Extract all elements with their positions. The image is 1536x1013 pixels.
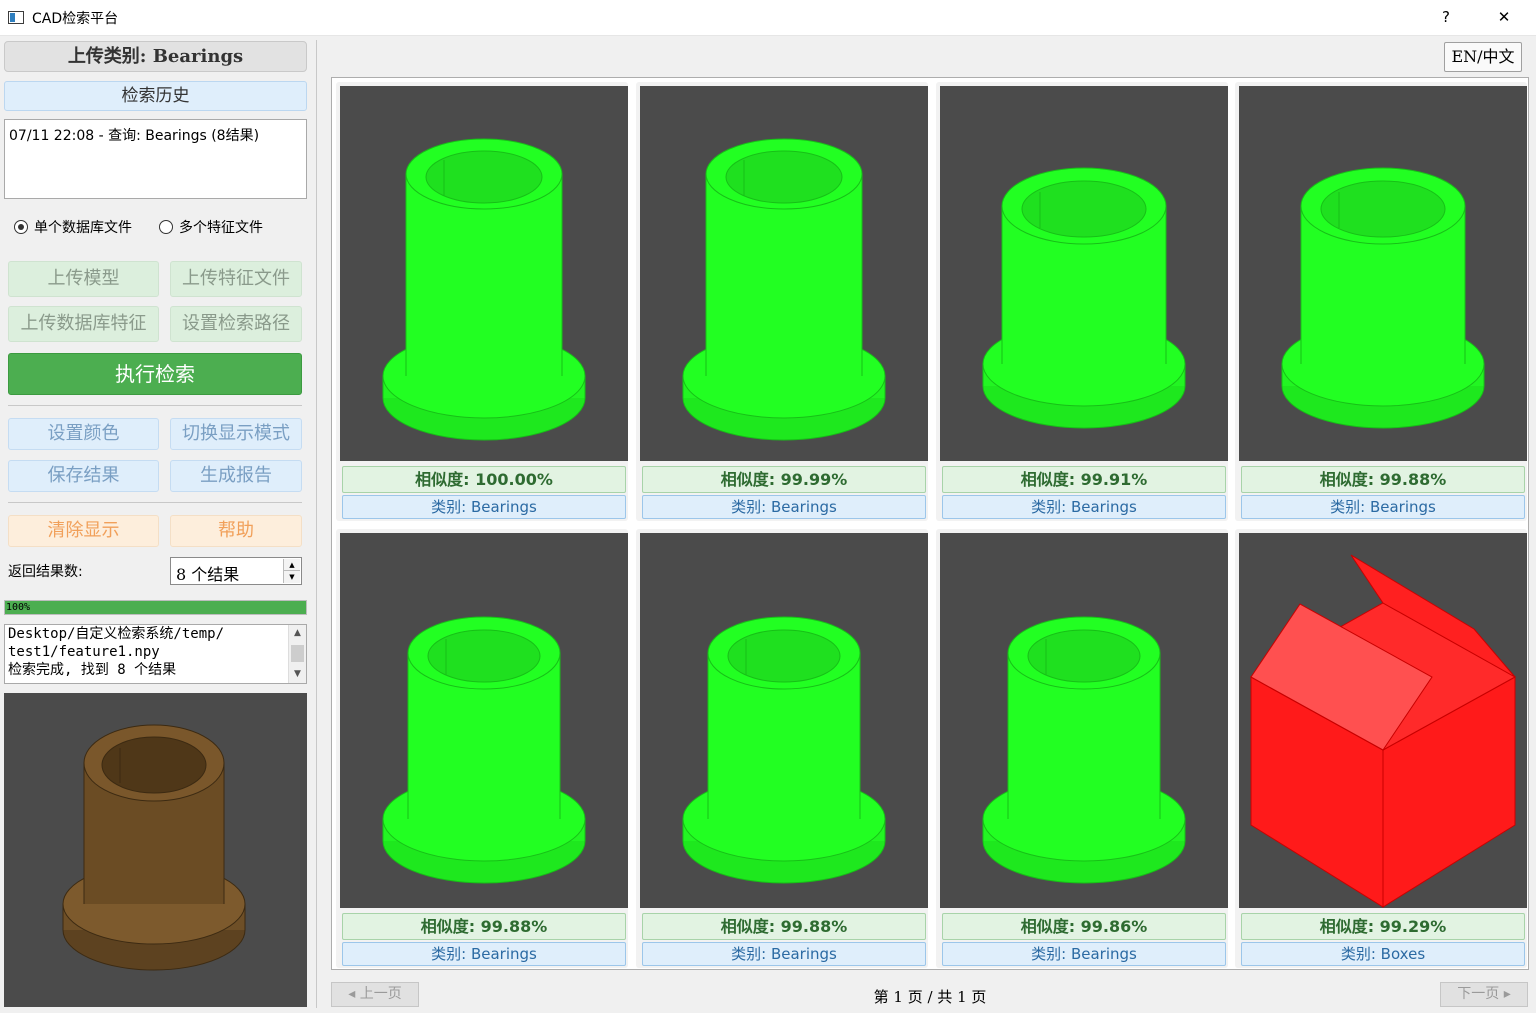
result-count-spinbox[interactable]: 8 个结果 ▲ ▼ [170,557,302,585]
divider [8,405,302,406]
result-model-render [382,138,586,441]
result-model-image[interactable] [940,533,1228,908]
result-model-render [382,616,586,884]
progress-text: 100% [6,602,31,613]
result-card[interactable]: 相似度: 99.86% 类别: Bearings [936,529,1228,968]
language-toggle-button[interactable]: EN/中文 [1444,42,1522,72]
similarity-label: 相似度: 99.91% [942,466,1226,493]
result-card[interactable]: 相似度: 99.91% 类别: Bearings [936,82,1228,521]
result-model-render [682,616,886,884]
category-label: 类别: Boxes [1241,942,1525,966]
set-color-button[interactable]: 设置颜色 [8,418,159,450]
log-scrollbar[interactable]: ▲ ▼ [288,625,306,683]
radio-checked-icon[interactable] [14,220,28,234]
radio-single-db[interactable]: 单个数据库文件 [14,219,132,237]
result-model-render [1281,167,1485,429]
scroll-up-icon[interactable]: ▲ [289,625,306,642]
panel-splitter[interactable] [316,40,317,1008]
result-card[interactable]: 相似度: 100.00% 类别: Bearings [336,82,628,521]
history-item[interactable]: 07/11 22:08 - 查询: Bearings (8结果) [9,125,259,145]
scroll-thumb[interactable] [291,645,304,662]
clear-display-button[interactable]: 清除显示 [8,515,159,547]
radio-unchecked-icon[interactable] [159,220,173,234]
category-label: 类别: Bearings [942,942,1226,966]
scroll-down-icon[interactable]: ▼ [289,666,306,683]
upload-model-button[interactable]: 上传模型 [8,261,159,297]
result-model-image[interactable] [940,86,1228,461]
spin-up-icon[interactable]: ▲ [284,559,300,571]
save-results-button[interactable]: 保存结果 [8,460,159,492]
result-count-value[interactable]: 8 个结果 [176,561,239,585]
result-count-label: 返回结果数: [8,564,83,580]
similarity-label: 相似度: 99.88% [1241,466,1525,493]
similarity-label: 相似度: 100.00% [342,466,626,493]
help-button[interactable]: 帮助 [170,515,302,547]
set-search-path-button[interactable]: 设置检索路径 [170,306,302,342]
radio-multi-label: 多个特征文件 [179,220,263,236]
history-header: 检索历史 [4,81,307,111]
toggle-display-button[interactable]: 切换显示模式 [170,418,302,450]
result-model-render [1249,554,1517,908]
result-card[interactable]: 相似度: 99.29% 类别: Boxes [1235,529,1527,968]
upload-db-feature-button[interactable]: 上传数据库特征 [8,306,159,342]
result-card[interactable]: 相似度: 99.88% 类别: Bearings [636,529,928,968]
spinbox-arrows[interactable]: ▲ ▼ [283,559,300,583]
results-grid: 相似度: 100.00% 类别: Bearings 相似度: 99.99% 类别… [331,77,1529,970]
similarity-label: 相似度: 99.88% [642,913,926,940]
result-card[interactable]: 相似度: 99.99% 类别: Bearings [636,82,928,521]
generate-report-button[interactable]: 生成报告 [170,460,302,492]
log-line: Desktop/自定义检索系统/temp/ [8,626,225,642]
result-model-image[interactable] [640,86,928,461]
radio-multi-feature[interactable]: 多个特征文件 [159,219,263,237]
result-card[interactable]: 相似度: 99.88% 类别: Bearings [336,529,628,968]
left-panel: 上传类别: Bearings 检索历史 07/11 22:08 - 查询: Be… [0,36,312,1013]
similarity-label: 相似度: 99.99% [642,466,926,493]
divider [8,502,302,503]
category-label: 类别: Bearings [942,495,1226,519]
result-model-render [982,167,1186,429]
category-label: 类别: Bearings [642,942,926,966]
log-line: test1/feature1.npy [8,644,160,660]
category-label: 类别: Bearings [342,495,626,519]
progress-bar: 100% [4,600,307,615]
progress-fill [5,601,306,614]
result-model-image[interactable] [1239,86,1527,461]
category-label: 类别: Bearings [342,942,626,966]
category-label: 类别: Bearings [1241,495,1525,519]
result-model-render [682,138,886,441]
query-model-preview[interactable] [4,693,307,1007]
upload-feature-button[interactable]: 上传特征文件 [170,261,302,297]
history-list[interactable]: 07/11 22:08 - 查询: Bearings (8结果) [4,119,307,199]
window-title: CAD检索平台 [32,11,119,27]
result-model-image[interactable] [1239,533,1527,908]
spin-down-icon[interactable]: ▼ [284,571,300,583]
result-model-image[interactable] [640,533,928,908]
similarity-label: 相似度: 99.88% [342,913,626,940]
help-icon[interactable]: ? [1434,6,1458,28]
prev-page-button[interactable]: ◂ 上一页 [331,982,419,1007]
result-model-image[interactable] [340,86,628,461]
run-search-button[interactable]: 执行检索 [8,353,302,395]
radio-single-label: 单个数据库文件 [34,220,132,236]
app-icon [8,11,24,24]
next-page-button[interactable]: 下一页 ▸ [1440,982,1528,1007]
category-label: 类别: Bearings [642,495,926,519]
result-card[interactable]: 相似度: 99.88% 类别: Bearings [1235,82,1527,521]
upload-category-label: 上传类别: Bearings [4,41,307,72]
page-info: 第 1 页 / 共 1 页 [873,988,987,1006]
similarity-label: 相似度: 99.86% [942,913,1226,940]
result-model-render [982,616,1186,884]
log-output[interactable]: Desktop/自定义检索系统/temp/ test1/feature1.npy… [4,624,307,684]
log-line: 检索完成, 找到 8 个结果 [8,662,177,678]
query-model-image [62,724,246,971]
title-bar: CAD检索平台 ? ✕ [0,0,1536,36]
similarity-label: 相似度: 99.29% [1241,913,1525,940]
result-model-image[interactable] [340,533,628,908]
close-icon[interactable]: ✕ [1492,6,1516,28]
